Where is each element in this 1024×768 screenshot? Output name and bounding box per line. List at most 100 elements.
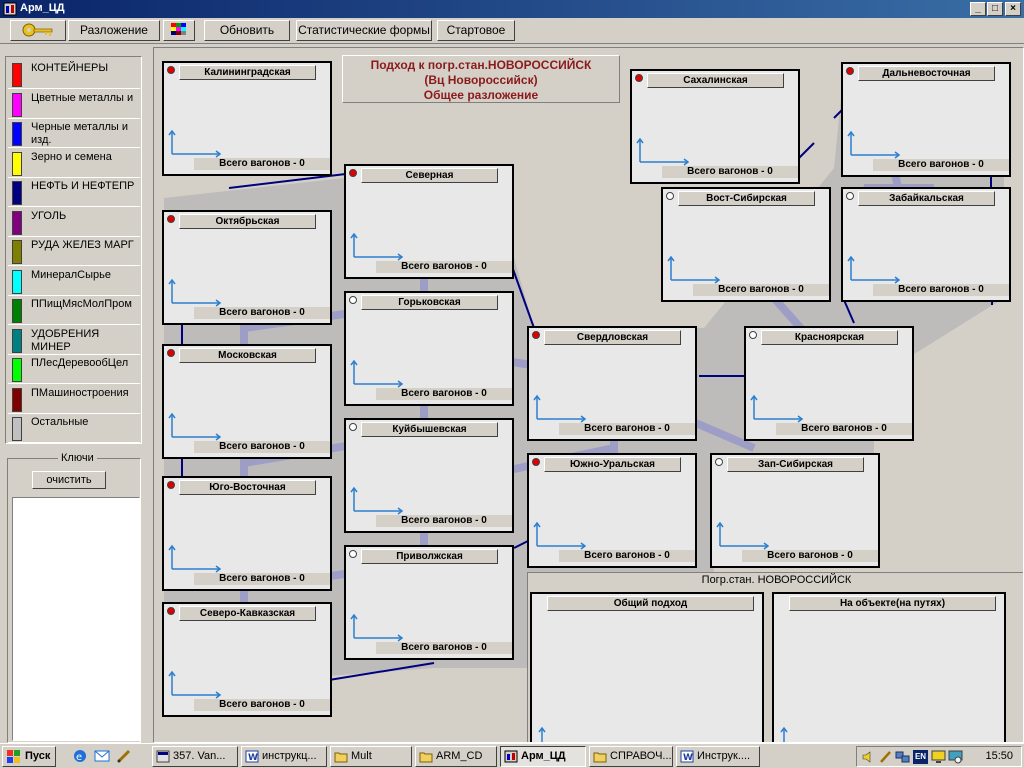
clock: 15:50 — [985, 750, 1013, 762]
station-panel[interactable]: Сахалинская Всего вагонов - 0 — [630, 69, 800, 184]
chart-axes-icon — [168, 670, 222, 699]
pen-tool-icon[interactable] — [116, 748, 132, 764]
clear-button[interactable]: очистить — [32, 471, 106, 489]
on-site-panel[interactable]: На объекте(на путях) — [772, 592, 1006, 742]
chart-axes-icon — [847, 130, 901, 159]
task-arm-cd-folder[interactable]: ARM_CD — [415, 746, 497, 767]
outlook-express-icon[interactable] — [94, 748, 110, 764]
legend-item[interactable]: Зерно и семена — [8, 149, 140, 178]
svg-text:W: W — [683, 753, 693, 763]
start-view-button[interactable]: Стартовое — [437, 20, 515, 41]
decomposition-button[interactable]: Разложение — [68, 20, 160, 41]
station-panel[interactable]: Калининградская Всего вагонов - 0 — [162, 61, 332, 176]
legend-swatch — [12, 181, 22, 205]
status-dot-icon — [532, 331, 540, 339]
task-label: инструкц... — [262, 750, 317, 762]
station-panel[interactable]: Свердловская Всего вагонов - 0 — [527, 326, 697, 441]
statistical-forms-button[interactable]: Статистические формы — [296, 20, 432, 41]
wagon-total: Всего вагонов - 0 — [559, 423, 695, 435]
legend-item[interactable]: Цветные металлы и — [8, 90, 140, 119]
display-settings-icon[interactable] — [948, 750, 963, 764]
station-panel[interactable]: Забайкальская Всего вагонов - 0 — [841, 187, 1011, 302]
station-panel[interactable]: Дальневосточная Всего вагонов - 0 — [841, 62, 1011, 177]
network-icon[interactable] — [895, 750, 910, 764]
task-mult-folder[interactable]: Mult — [330, 746, 412, 767]
station-name: Юго-Восточная — [179, 480, 316, 495]
station-panel[interactable]: Северная Всего вагонов - 0 — [344, 164, 514, 279]
general-approach-panel[interactable]: Общий подход — [530, 592, 764, 742]
legend-label: Черные металлы и изд. — [31, 121, 129, 146]
legend-label: ПЛесДеревообЦел — [31, 357, 129, 369]
task-label: Mult — [351, 750, 372, 762]
legend-item[interactable]: ППищМясМолПром — [8, 296, 140, 325]
refresh-button[interactable]: Обновить — [204, 20, 290, 41]
status-dot-icon — [846, 67, 854, 75]
minimize-button[interactable]: _ — [970, 2, 986, 16]
wagon-total: Всего вагонов - 0 — [194, 441, 330, 453]
legend-label: Цветные металлы и — [31, 91, 134, 104]
keys-list[interactable] — [12, 497, 140, 741]
station-panel[interactable]: Зап-Сибирская Всего вагонов - 0 — [710, 453, 880, 568]
chart-axes-icon — [533, 394, 587, 423]
wagon-total: Всего вагонов - 0 — [559, 550, 695, 562]
task-instructions-doc[interactable]: W инструкц... — [241, 746, 327, 767]
legend-item[interactable]: КОНТЕЙНЕРЫ — [8, 60, 140, 89]
legend-label: УГОЛЬ — [31, 209, 67, 222]
chart-axes-icon — [780, 726, 788, 742]
station-panel[interactable]: Приволжская Всего вагонов - 0 — [344, 545, 514, 660]
legend-swatch — [12, 92, 22, 117]
legend-swatch — [12, 417, 22, 441]
start-button[interactable]: Пуск — [2, 746, 56, 767]
app-icon — [504, 750, 518, 763]
legend-label: Остальные — [31, 416, 89, 428]
station-panel[interactable]: Юго-Восточная Всего вагонов - 0 — [162, 476, 332, 591]
station-panel[interactable]: Октябрьская Всего вагонов - 0 — [162, 210, 332, 325]
monitor-icon[interactable] — [931, 750, 946, 764]
internet-explorer-icon[interactable]: e — [72, 748, 88, 764]
station-name: Дальневосточная — [858, 66, 995, 81]
legend-item[interactable]: Остальные — [8, 414, 140, 443]
status-dot-icon — [349, 296, 357, 304]
wagon-total: Всего вагонов - 0 — [693, 284, 829, 296]
legend-item[interactable]: Черные металлы и изд. — [8, 119, 140, 148]
legend-swatch — [12, 387, 22, 412]
pen-icon[interactable] — [878, 750, 893, 764]
legend-item[interactable]: УДОБРЕНИЯ МИНЕР — [8, 326, 140, 355]
legend-swatch — [12, 358, 22, 382]
task-van[interactable]: 357. Van... — [152, 746, 238, 767]
station-panel[interactable]: Горьковская Всего вагонов - 0 — [344, 291, 514, 406]
legend-label: ППищМясМолПром — [31, 298, 132, 310]
station-panel[interactable]: Вост-Сибирская Всего вагонов - 0 — [661, 187, 831, 302]
key-button[interactable] — [10, 20, 66, 41]
legend-item[interactable]: РУДА ЖЕЛЕЗ МАРГ — [8, 237, 140, 266]
legend-item[interactable]: НЕФТЬ И НЕФТЕПР — [8, 178, 140, 207]
station-panel[interactable]: Московская Всего вагонов - 0 — [162, 344, 332, 459]
maximize-button[interactable]: □ — [987, 2, 1003, 16]
status-dot-icon — [349, 550, 357, 558]
legend-item[interactable]: УГОЛЬ — [8, 208, 140, 237]
legend-swatch — [12, 328, 22, 353]
speaker-icon[interactable] — [861, 750, 876, 764]
station-panel[interactable]: Куйбышевская Всего вагонов - 0 — [344, 418, 514, 533]
close-button[interactable]: × — [1005, 2, 1021, 16]
palette-button[interactable] — [163, 20, 195, 41]
app-window: Арм_ЦД _ □ × Разложение Обновить Статист… — [0, 0, 1024, 768]
task-instructions-doc-2[interactable]: W Инструк.... — [676, 746, 760, 767]
keys-panel: Ключи очистить — [7, 452, 141, 743]
station-panel[interactable]: Южно-Уральская Всего вагонов - 0 — [527, 453, 697, 568]
station-panel[interactable]: Красноярская Всего вагонов - 0 — [744, 326, 914, 441]
station-name: Красноярская — [761, 330, 898, 345]
status-dot-icon — [749, 331, 757, 339]
legend-swatch — [12, 63, 22, 87]
keys-title: Ключи — [58, 452, 97, 464]
destination-title: Погр.стан. НОВОРОССИЙСК — [701, 574, 852, 586]
language-indicator[interactable]: EN — [913, 750, 928, 764]
chart-axes-icon — [168, 278, 222, 307]
task-arm-cd-app[interactable]: Арм_ЦД — [500, 746, 586, 767]
legend-item[interactable]: ПЛесДеревообЦел — [8, 355, 140, 384]
legend-item[interactable]: МинералСырье — [8, 267, 140, 296]
legend-item[interactable]: ПМашиностроения — [8, 385, 140, 414]
task-reference-folder[interactable]: СПРАВОЧ... — [589, 746, 673, 767]
station-panel[interactable]: Северо-Кавказская Всего вагонов - 0 — [162, 602, 332, 717]
legend-label: МинералСырье — [31, 268, 111, 281]
